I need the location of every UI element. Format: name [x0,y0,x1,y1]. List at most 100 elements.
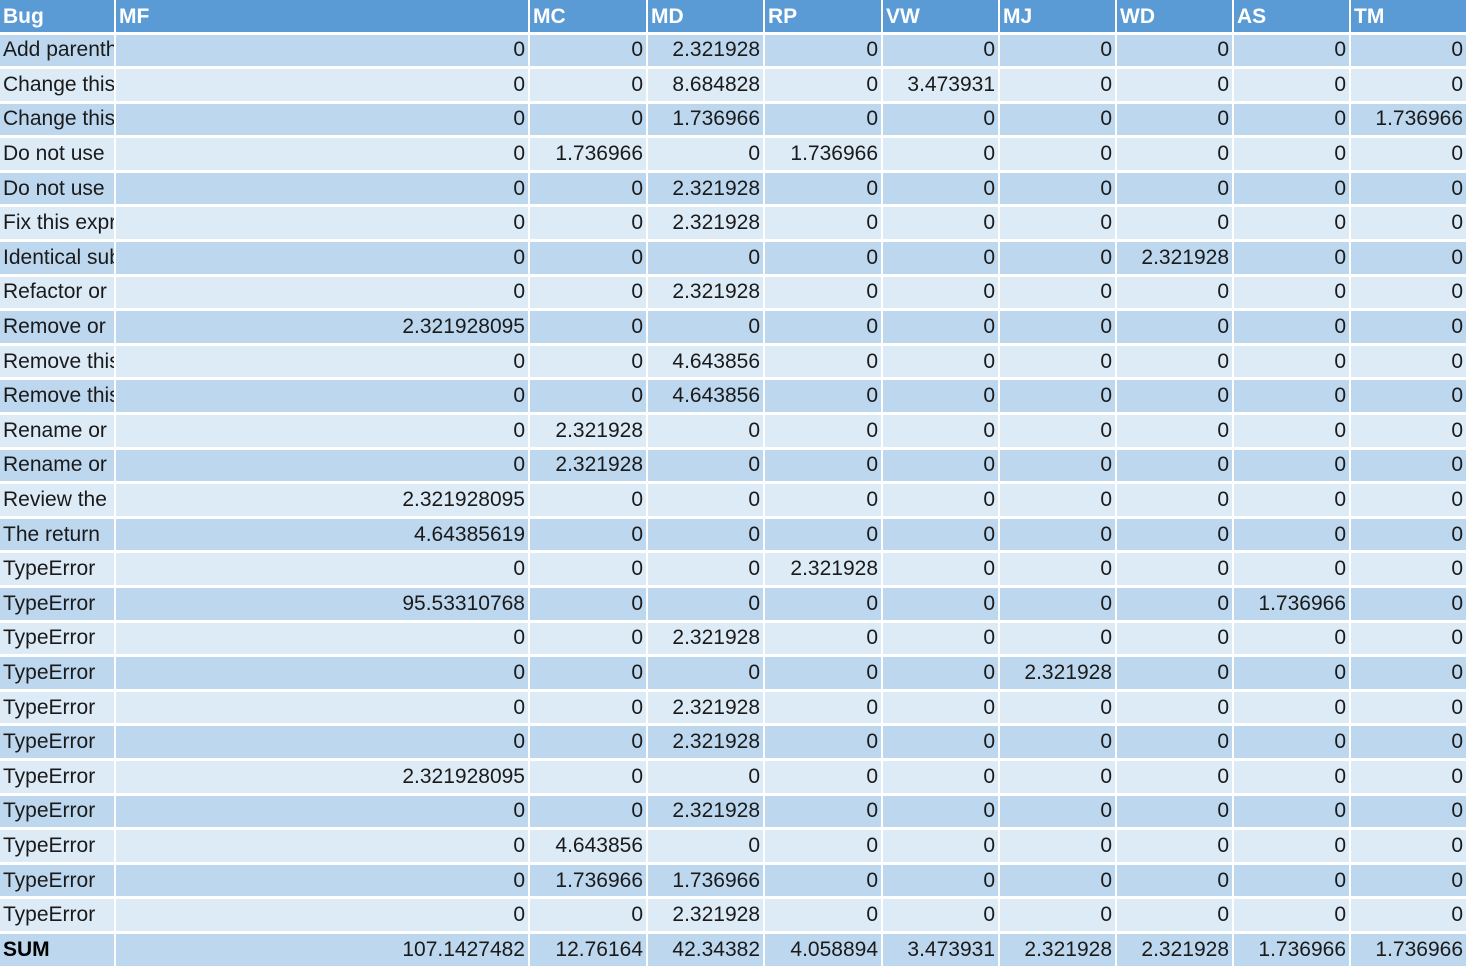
score-cell-tm[interactable]: 0 [1350,690,1467,727]
score-cell-wd[interactable]: 0 [1116,724,1234,761]
score-cell-vw[interactable]: 0 [882,136,1000,173]
score-cell-vw[interactable]: 0 [882,309,1000,346]
score-cell-mc[interactable]: 0 [529,205,648,243]
score-cell-mf[interactable]: 0 [115,378,530,416]
score-cell-vw[interactable]: 0 [882,655,1000,692]
score-cell-as[interactable]: 0 [1233,413,1351,450]
bug-name-cell[interactable]: TypeError [0,759,116,796]
score-cell-rp[interactable]: 0 [764,67,883,104]
score-cell-mj[interactable]: 0 [999,828,1117,865]
score-cell-md[interactable]: 0 [647,136,765,173]
score-cell-mf[interactable]: 0 [115,621,530,658]
score-cell-rp[interactable]: 0 [764,690,883,727]
score-cell-md[interactable]: 0 [647,586,765,623]
score-cell-wd[interactable]: 0 [1116,828,1234,865]
score-cell-tm[interactable]: 0 [1350,67,1467,104]
score-cell-vw[interactable]: 0 [882,863,1000,900]
score-cell-tm[interactable]: 0 [1350,586,1467,623]
bug-name-cell[interactable]: Rename or [0,448,116,485]
score-cell-mj[interactable]: 0 [999,205,1117,243]
score-cell-rp[interactable]: 0 [764,621,883,658]
bug-name-cell[interactable]: TypeError [0,690,116,727]
score-cell-rp[interactable]: 0 [764,828,883,865]
score-cell-md[interactable]: 2.321928 [647,33,765,70]
score-cell-mf[interactable]: 0 [115,67,530,104]
score-cell-mf[interactable]: 0 [115,344,530,381]
score-cell-as[interactable]: 0 [1233,205,1351,243]
score-cell-rp[interactable]: 0 [764,897,883,934]
score-cell-md[interactable]: 2.321928 [647,690,765,727]
score-cell-tm[interactable]: 0 [1350,482,1467,519]
column-header-vw[interactable]: VW [882,0,1000,35]
score-cell-tm[interactable]: 0 [1350,205,1467,243]
score-cell-as[interactable]: 0 [1233,240,1351,277]
score-cell-mc[interactable]: 2.321928 [529,448,648,485]
bug-name-cell[interactable]: Fix this expression [0,205,116,243]
score-cell-mf[interactable]: 0 [115,655,530,692]
sum-label[interactable]: SUM [0,932,116,967]
score-cell-mf[interactable]: 0 [115,136,530,173]
score-cell-tm[interactable]: 0 [1350,136,1467,173]
score-cell-mj[interactable]: 0 [999,759,1117,796]
score-cell-mf[interactable]: 0 [115,690,530,727]
score-cell-vw[interactable]: 0 [882,344,1000,381]
score-cell-mc[interactable]: 0 [529,482,648,519]
score-cell-mf[interactable]: 0 [115,205,530,243]
score-cell-vw[interactable]: 0 [882,102,1000,139]
score-cell-as[interactable]: 0 [1233,33,1351,70]
bug-name-cell[interactable]: Remove this [0,378,116,416]
score-cell-wd[interactable]: 0 [1116,33,1234,70]
score-cell-mc[interactable]: 0 [529,240,648,277]
score-cell-vw[interactable]: 0 [882,240,1000,277]
score-cell-mc[interactable]: 0 [529,33,648,70]
score-cell-wd[interactable]: 0 [1116,136,1234,173]
score-cell-rp[interactable]: 0 [764,102,883,139]
score-cell-wd[interactable]: 0 [1116,517,1234,554]
score-cell-mf[interactable]: 0 [115,275,530,312]
bug-name-cell[interactable]: TypeError [0,897,116,934]
score-cell-tm[interactable]: 0 [1350,240,1467,277]
score-cell-vw[interactable]: 3.473931 [882,67,1000,104]
score-cell-as[interactable]: 0 [1233,724,1351,761]
score-cell-mc[interactable]: 0 [529,517,648,554]
score-cell-rp[interactable]: 1.736966 [764,136,883,173]
column-header-rp[interactable]: RP [764,0,883,35]
score-cell-mf[interactable]: 0 [115,551,530,588]
score-cell-as[interactable]: 0 [1233,102,1351,139]
score-cell-as[interactable]: 0 [1233,863,1351,900]
score-cell-rp[interactable]: 2.321928 [764,551,883,588]
score-cell-tm[interactable]: 0 [1350,517,1467,554]
score-cell-md[interactable]: 0 [647,828,765,865]
score-cell-wd[interactable]: 0 [1116,448,1234,485]
score-cell-wd[interactable]: 0 [1116,794,1234,831]
column-header-as[interactable]: AS [1233,0,1351,35]
bug-name-cell[interactable]: TypeError [0,794,116,831]
score-cell-mj[interactable]: 0 [999,102,1117,139]
column-header-md[interactable]: MD [647,0,765,35]
score-cell-wd[interactable]: 0 [1116,551,1234,588]
score-cell-mj[interactable]: 0 [999,724,1117,761]
sum-cell-mf[interactable]: 107.1427482 [115,932,530,967]
score-cell-rp[interactable]: 0 [764,482,883,519]
score-cell-rp[interactable]: 0 [764,794,883,831]
score-cell-tm[interactable]: 0 [1350,828,1467,865]
score-cell-rp[interactable]: 0 [764,240,883,277]
bug-name-cell[interactable]: TypeError [0,551,116,588]
score-cell-rp[interactable]: 0 [764,724,883,761]
score-cell-as[interactable]: 0 [1233,136,1351,173]
score-cell-rp[interactable]: 0 [764,863,883,900]
sum-cell-vw[interactable]: 3.473931 [882,932,1000,967]
score-cell-rp[interactable]: 0 [764,33,883,70]
score-cell-mj[interactable]: 0 [999,378,1117,416]
score-cell-mj[interactable]: 0 [999,517,1117,554]
score-cell-vw[interactable]: 0 [882,205,1000,243]
sum-cell-rp[interactable]: 4.058894 [764,932,883,967]
score-cell-rp[interactable]: 0 [764,309,883,346]
score-cell-vw[interactable]: 0 [882,33,1000,70]
score-cell-wd[interactable]: 2.321928 [1116,240,1234,277]
score-cell-as[interactable]: 1.736966 [1233,586,1351,623]
score-cell-wd[interactable]: 0 [1116,690,1234,727]
score-cell-tm[interactable]: 0 [1350,413,1467,450]
score-cell-vw[interactable]: 0 [882,828,1000,865]
score-cell-mc[interactable]: 0 [529,621,648,658]
